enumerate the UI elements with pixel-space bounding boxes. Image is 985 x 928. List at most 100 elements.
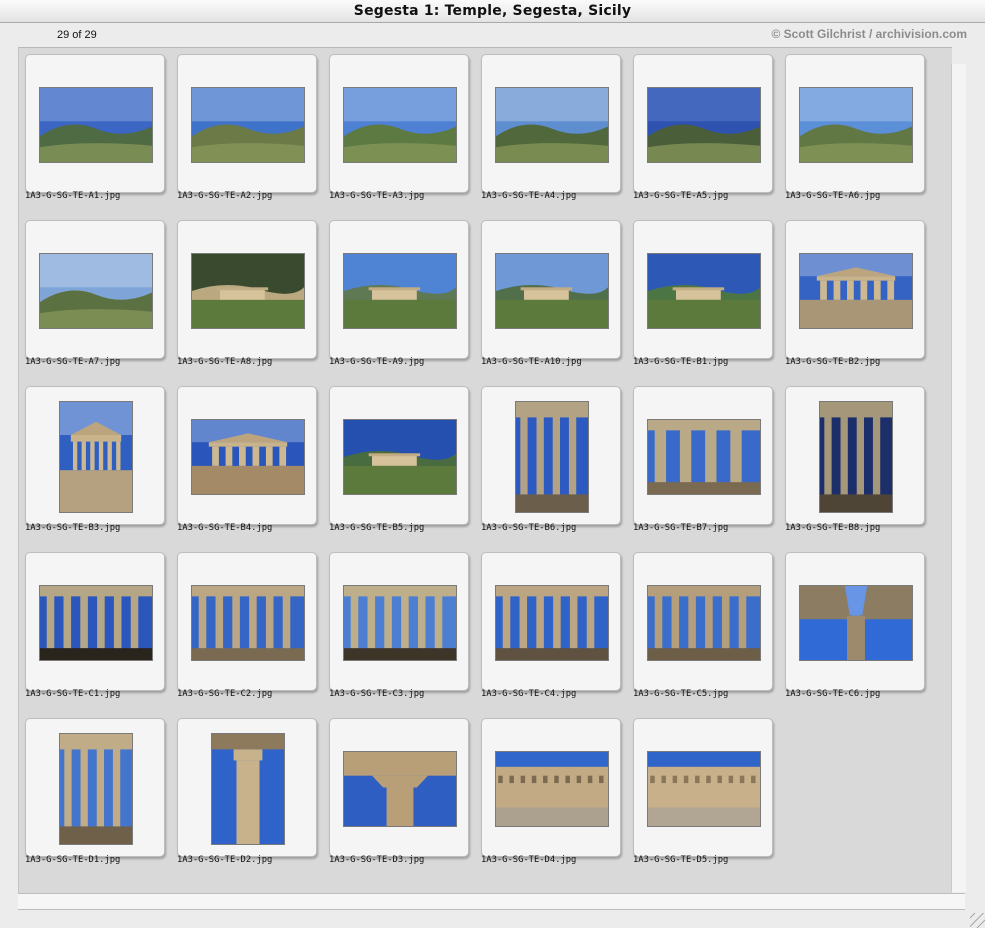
thumbnail-image[interactable] bbox=[343, 253, 457, 329]
thumbnail-image[interactable] bbox=[39, 253, 153, 329]
thumbnail-cell[interactable]: 1A3-G-SG-TE-B4.jpg bbox=[171, 380, 323, 540]
thumbnail-cell[interactable]: 1A3-G-SG-TE-B7.jpg bbox=[627, 380, 779, 540]
thumbnail-image[interactable] bbox=[647, 419, 761, 495]
slide-frame[interactable] bbox=[25, 552, 165, 691]
thumbnail-filename: 1A3-G-SG-TE-A7.jpg bbox=[25, 357, 121, 367]
photo-image bbox=[344, 752, 456, 826]
thumbnail-cell[interactable]: 1A3-G-SG-TE-B2.jpg bbox=[779, 214, 931, 374]
slide-frame[interactable] bbox=[25, 54, 165, 193]
slide-frame[interactable] bbox=[481, 718, 621, 857]
thumbnail-image[interactable] bbox=[799, 585, 913, 661]
thumbnail-cell[interactable]: 1A3-G-SG-TE-A3.jpg bbox=[323, 48, 475, 208]
thumbnail-filename: 1A3-G-SG-TE-A4.jpg bbox=[481, 191, 577, 201]
slide-frame[interactable] bbox=[785, 386, 925, 525]
thumbnail-image[interactable] bbox=[211, 733, 285, 845]
thumbnail-cell[interactable]: 1A3-G-SG-TE-C4.jpg bbox=[475, 546, 627, 706]
thumbnail-image[interactable] bbox=[343, 87, 457, 163]
thumbnail-image[interactable] bbox=[515, 401, 589, 513]
slide-frame[interactable] bbox=[481, 220, 621, 359]
thumbnail-grid[interactable]: 1A3-G-SG-TE-A1.jpg 1A3-G-SG-TE-A2.jpg 1A3-… bbox=[18, 47, 952, 894]
slide-frame[interactable] bbox=[785, 220, 925, 359]
thumbnail-cell[interactable]: 1A3-G-SG-TE-B8.jpg bbox=[779, 380, 931, 540]
thumbnail-image[interactable] bbox=[191, 585, 305, 661]
photo-image bbox=[344, 254, 456, 328]
horizontal-scrollbar[interactable] bbox=[18, 893, 965, 910]
thumbnail-cell[interactable]: 1A3-G-SG-TE-C3.jpg bbox=[323, 546, 475, 706]
thumbnail-image[interactable] bbox=[647, 87, 761, 163]
slide-frame[interactable] bbox=[25, 718, 165, 857]
thumbnail-cell[interactable]: 1A3-G-SG-TE-D1.jpg bbox=[19, 712, 171, 872]
slide-frame[interactable] bbox=[785, 552, 925, 691]
slide-frame[interactable] bbox=[25, 386, 165, 525]
thumbnail-image[interactable] bbox=[39, 585, 153, 661]
thumbnail-image[interactable] bbox=[495, 87, 609, 163]
thumbnail-cell[interactable]: 1A3-G-SG-TE-C6.jpg bbox=[779, 546, 931, 706]
slide-frame[interactable] bbox=[329, 54, 469, 193]
slide-frame[interactable] bbox=[177, 552, 317, 691]
thumbnail-cell[interactable]: 1A3-G-SG-TE-A7.jpg bbox=[19, 214, 171, 374]
thumbnail-filename: 1A3-G-SG-TE-A8.jpg bbox=[177, 357, 273, 367]
thumbnail-cell[interactable]: 1A3-G-SG-TE-A1.jpg bbox=[19, 48, 171, 208]
thumbnail-image[interactable] bbox=[59, 401, 133, 513]
thumbnail-cell[interactable]: 1A3-G-SG-TE-B5.jpg bbox=[323, 380, 475, 540]
thumbnail-cell[interactable]: 1A3-G-SG-TE-C2.jpg bbox=[171, 546, 323, 706]
slide-frame[interactable] bbox=[481, 552, 621, 691]
thumbnail-cell[interactable]: 1A3-G-SG-TE-D3.jpg bbox=[323, 712, 475, 872]
thumbnail-image[interactable] bbox=[647, 585, 761, 661]
slide-frame[interactable] bbox=[329, 552, 469, 691]
slide-frame[interactable] bbox=[25, 220, 165, 359]
thumbnail-image[interactable] bbox=[495, 585, 609, 661]
slide-frame[interactable] bbox=[633, 718, 773, 857]
photo-image bbox=[648, 586, 760, 660]
slide-frame[interactable] bbox=[329, 718, 469, 857]
thumbnail-image[interactable] bbox=[191, 419, 305, 495]
vertical-scrollbar[interactable] bbox=[951, 64, 966, 892]
photo-image bbox=[344, 88, 456, 162]
slide-frame[interactable] bbox=[177, 386, 317, 525]
thumbnail-image[interactable] bbox=[343, 585, 457, 661]
slide-frame[interactable] bbox=[329, 220, 469, 359]
thumbnail-cell[interactable]: 1A3-G-SG-TE-C1.jpg bbox=[19, 546, 171, 706]
thumbnail-image[interactable] bbox=[39, 87, 153, 163]
thumbnail-image[interactable] bbox=[343, 419, 457, 495]
thumbnail-cell[interactable]: 1A3-G-SG-TE-A4.jpg bbox=[475, 48, 627, 208]
slide-frame[interactable] bbox=[633, 54, 773, 193]
slide-frame[interactable] bbox=[177, 718, 317, 857]
thumbnail-cell[interactable]: 1A3-G-SG-TE-A5.jpg bbox=[627, 48, 779, 208]
thumbnail-image[interactable] bbox=[495, 751, 609, 827]
thumbnail-cell[interactable]: 1A3-G-SG-TE-D4.jpg bbox=[475, 712, 627, 872]
thumbnail-image[interactable] bbox=[799, 87, 913, 163]
thumbnail-image[interactable] bbox=[59, 733, 133, 845]
thumbnail-cell[interactable]: 1A3-G-SG-TE-A6.jpg bbox=[779, 48, 931, 208]
thumbnail-image[interactable] bbox=[495, 253, 609, 329]
thumbnail-cell[interactable]: 1A3-G-SG-TE-B1.jpg bbox=[627, 214, 779, 374]
thumbnail-cell[interactable]: 1A3-G-SG-TE-A2.jpg bbox=[171, 48, 323, 208]
thumbnail-cell[interactable]: 1A3-G-SG-TE-A10.jpg bbox=[475, 214, 627, 374]
slide-frame[interactable] bbox=[633, 552, 773, 691]
thumbnail-image[interactable] bbox=[799, 253, 913, 329]
thumbnail-cell[interactable]: 1A3-G-SG-TE-B6.jpg bbox=[475, 380, 627, 540]
slide-frame[interactable] bbox=[481, 54, 621, 193]
thumbnail-cell[interactable]: 1A3-G-SG-TE-D2.jpg bbox=[171, 712, 323, 872]
thumbnail-cell[interactable]: 1A3-G-SG-TE-B3.jpg bbox=[19, 380, 171, 540]
slide-frame[interactable] bbox=[785, 54, 925, 193]
slide-frame[interactable] bbox=[481, 386, 621, 525]
thumbnail-cell[interactable]: 1A3-G-SG-TE-D5.jpg bbox=[627, 712, 779, 872]
slide-frame[interactable] bbox=[633, 220, 773, 359]
slide-frame[interactable] bbox=[329, 386, 469, 525]
photo-image bbox=[344, 420, 456, 494]
thumbnail-image[interactable] bbox=[647, 253, 761, 329]
thumbnail-image[interactable] bbox=[647, 751, 761, 827]
thumbnail-cell[interactable]: 1A3-G-SG-TE-A9.jpg bbox=[323, 214, 475, 374]
thumbnail-image[interactable] bbox=[343, 751, 457, 827]
thumbnail-image[interactable] bbox=[191, 253, 305, 329]
resize-grip-icon[interactable] bbox=[970, 913, 985, 928]
thumbnail-image[interactable] bbox=[191, 87, 305, 163]
photo-image bbox=[820, 402, 892, 512]
thumbnail-image[interactable] bbox=[819, 401, 893, 513]
slide-frame[interactable] bbox=[177, 220, 317, 359]
slide-frame[interactable] bbox=[633, 386, 773, 525]
thumbnail-cell[interactable]: 1A3-G-SG-TE-A8.jpg bbox=[171, 214, 323, 374]
thumbnail-cell[interactable]: 1A3-G-SG-TE-C5.jpg bbox=[627, 546, 779, 706]
slide-frame[interactable] bbox=[177, 54, 317, 193]
